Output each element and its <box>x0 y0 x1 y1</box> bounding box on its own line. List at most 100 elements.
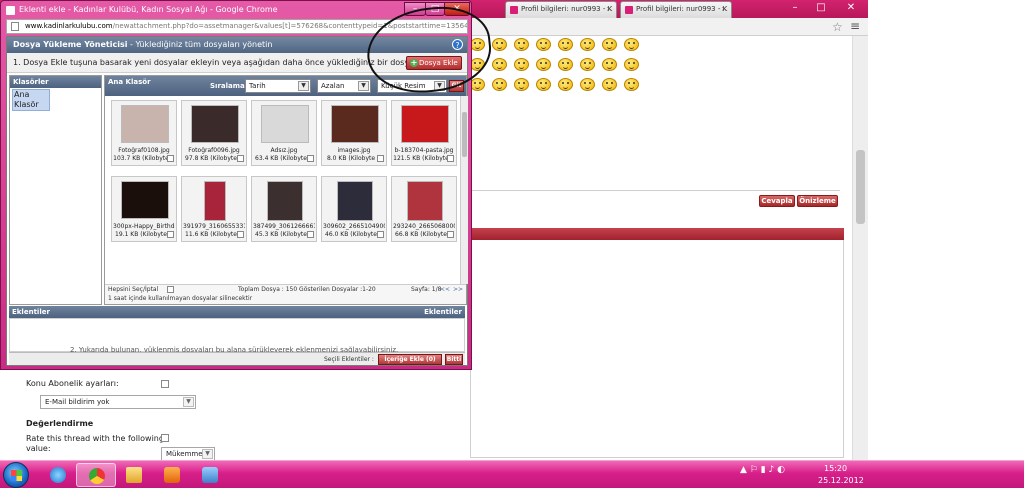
smiley-icon[interactable] <box>492 78 507 91</box>
file-size: 103.7 KB (Kilobyte <box>113 155 169 162</box>
next-page-link[interactable]: >> <box>453 286 463 293</box>
smiley-icon[interactable] <box>624 58 639 71</box>
maximize-icon[interactable]: □ <box>425 2 445 16</box>
file-thumbnail[interactable]: Fotoğraf0108.jpg 103.7 KB (Kilobyte <box>111 100 177 166</box>
file-thumbnail[interactable]: 293240_266506800035 66.8 KB (Kilobyte <box>391 176 457 242</box>
smiley-icon[interactable] <box>602 78 617 91</box>
smiley-icon[interactable] <box>536 78 551 91</box>
taskbar-ie[interactable] <box>38 463 78 487</box>
help-icon[interactable]: ? <box>452 39 463 50</box>
smiley-icon[interactable] <box>602 58 617 71</box>
page-info: Sayfa: 1/8 <box>411 286 442 293</box>
file-checkbox[interactable] <box>447 231 454 238</box>
wrench-menu-icon[interactable]: ≡ <box>850 19 860 33</box>
rating-checkbox[interactable] <box>161 434 169 442</box>
insert-into-content-button[interactable]: İçeriğe Ekle (0) <box>378 354 442 365</box>
close-tab-icon[interactable]: × <box>721 2 727 17</box>
reply-button[interactable]: Cevapla <box>759 195 795 207</box>
gallery-scrollbar[interactable] <box>460 96 468 284</box>
scrollbar-thumb[interactable] <box>462 112 467 157</box>
smiley-icon[interactable] <box>602 38 617 51</box>
close-tab-icon[interactable]: × <box>606 2 612 17</box>
taskbar-media-player[interactable] <box>152 463 192 487</box>
subscription-select[interactable]: E-Mail bildirim yok ▼ <box>40 395 196 409</box>
file-thumbnail[interactable]: Fotoğraf0096.jpg 97.8 KB (Kilobyte <box>181 100 247 166</box>
background-tab-profile-1[interactable]: Profil bilgileri: nur0993 - K × <box>505 1 617 18</box>
attachments-drop-zone[interactable]: 2. Yukarıda bulunan, yüklenmiş dosyaları… <box>9 318 465 354</box>
file-checkbox[interactable] <box>307 155 314 162</box>
smiley-icon[interactable] <box>536 58 551 71</box>
file-checkbox[interactable] <box>307 231 314 238</box>
attachments-title: Eklentiler <box>12 308 50 316</box>
prev-page-link[interactable]: << <box>440 286 450 293</box>
file-thumbnail[interactable]: 309602_266510490035 46.0 KB (Kilobyte <box>321 176 387 242</box>
smiley-icon[interactable] <box>514 58 529 71</box>
taskbar-chrome[interactable] <box>76 463 116 487</box>
smiley-icon[interactable] <box>580 38 595 51</box>
add-file-label: Dosya Ekle <box>419 59 458 67</box>
plus-icon: + <box>410 58 418 67</box>
minimize-icon[interactable]: – <box>404 2 426 16</box>
file-checkbox[interactable] <box>167 231 174 238</box>
select-all-link[interactable]: Hepsini Seç/İptal <box>108 286 158 293</box>
file-checkbox[interactable] <box>167 155 174 162</box>
clock-time[interactable]: 15:20 <box>824 464 847 473</box>
file-thumbnail[interactable]: 391979_316065533171 11.6 KB (Kilobyte <box>181 176 247 242</box>
file-thumbnail[interactable]: Adsız.jpg 63.4 KB (Kilobyte <box>251 100 317 166</box>
subscription-checkbox[interactable] <box>161 380 169 388</box>
windows-logo-icon <box>11 470 22 481</box>
smiley-icon[interactable] <box>558 38 573 51</box>
minimize-icon[interactable]: – <box>784 1 806 15</box>
taskbar-explorer[interactable] <box>114 463 154 487</box>
smiley-icon[interactable] <box>624 78 639 91</box>
file-checkbox[interactable] <box>237 155 244 162</box>
taskbar-app[interactable] <box>190 463 230 487</box>
select-all-checkbox[interactable] <box>167 286 174 293</box>
go-button[interactable]: Git <box>449 80 464 92</box>
smiley-icon[interactable] <box>470 38 485 51</box>
smiley-icon[interactable] <box>514 78 529 91</box>
add-file-button[interactable]: + Dosya Ekle <box>406 56 462 70</box>
file-thumbnail[interactable]: 387499_306126666149 45.3 KB (Kilobyte <box>251 176 317 242</box>
smiley-icon[interactable] <box>492 58 507 71</box>
background-tab-profile-2[interactable]: Profil bilgileri: nur0993 - K × <box>620 1 732 18</box>
smiley-icon[interactable] <box>558 78 573 91</box>
scrollbar-thumb[interactable] <box>856 150 865 224</box>
smiley-icon[interactable] <box>580 78 595 91</box>
maximize-icon[interactable]: □ <box>810 1 832 15</box>
sort-order-select[interactable]: Azalan ▼ <box>317 79 371 93</box>
clock-date[interactable]: 25.12.2012 <box>818 476 864 485</box>
close-icon[interactable]: ✕ <box>838 1 864 15</box>
smiley-icon[interactable] <box>514 38 529 51</box>
system-tray-icons[interactable]: ▲ ⚐ ▮ ♪ ◐ <box>740 465 785 475</box>
file-checkbox[interactable] <box>447 155 454 162</box>
done-button[interactable]: Bitti <box>445 354 463 365</box>
close-icon[interactable]: ✕ <box>444 2 470 16</box>
sort-order-value: Azalan <box>321 82 345 90</box>
smiley-icon[interactable] <box>536 38 551 51</box>
smiley-icon[interactable] <box>470 58 485 71</box>
file-name: 293240_266506800035 <box>393 223 455 230</box>
file-thumbnail[interactable]: images.jpg 8.0 KB (Kilobyte <box>321 100 387 166</box>
preview-button[interactable]: Önizleme <box>797 195 838 207</box>
smiley-icon[interactable] <box>558 58 573 71</box>
file-thumbnail[interactable]: b-183704-pasta.jpg 121.5 KB (Kilobyte <box>391 100 457 166</box>
sort-field-select[interactable]: Tarih ▼ <box>245 79 311 93</box>
file-thumbnail[interactable]: 300px-Happy_Birthda 19.1 KB (Kilobyte <box>111 176 177 242</box>
file-checkbox[interactable] <box>377 155 384 162</box>
file-checkbox[interactable] <box>377 231 384 238</box>
bookmark-star-icon[interactable]: ☆ <box>832 20 843 34</box>
file-name: Fotoğraf0096.jpg <box>188 147 240 154</box>
start-button[interactable] <box>3 462 29 488</box>
view-mode-select[interactable]: Küçük Resim ▼ <box>377 79 447 93</box>
rating-select[interactable]: Mükemmel ▼ <box>161 447 215 461</box>
popup-address-bar[interactable]: www.kadinlarkulubu.com/newattachment.php… <box>6 19 468 34</box>
background-right-area <box>868 0 1024 460</box>
smiley-icon[interactable] <box>470 78 485 91</box>
smiley-icon[interactable] <box>580 58 595 71</box>
file-checkbox[interactable] <box>237 231 244 238</box>
smiley-icon[interactable] <box>492 38 507 51</box>
background-scrollbar[interactable] <box>852 36 868 460</box>
smiley-icon[interactable] <box>624 38 639 51</box>
folder-item-root[interactable]: Ana Klasör <box>12 89 50 111</box>
